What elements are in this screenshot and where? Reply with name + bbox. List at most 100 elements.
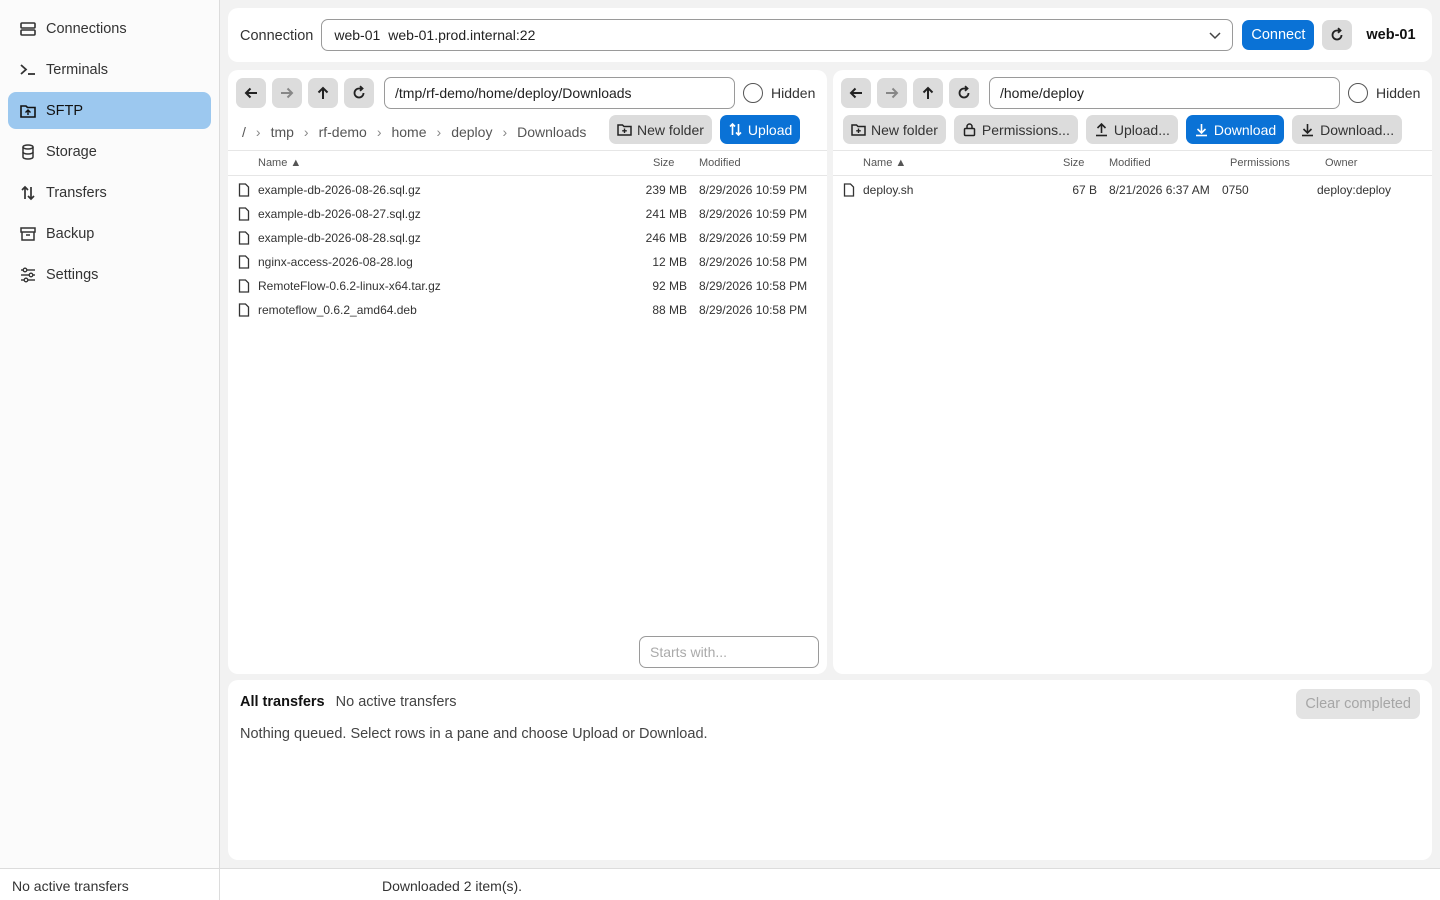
file-name: deploy.sh: [863, 183, 914, 197]
file-size: 12 MB: [652, 255, 687, 269]
permissions-button[interactable]: Permissions...: [953, 115, 1078, 144]
column-owner[interactable]: Owner: [1325, 157, 1357, 169]
breadcrumb-separator: ›: [255, 124, 261, 140]
refresh-button[interactable]: [344, 78, 374, 108]
filter-input[interactable]: Starts with...: [639, 636, 819, 668]
new-folder-button[interactable]: New folder: [843, 115, 946, 144]
table-row[interactable]: example-db-2026-08-27.sql.gz 241 MB 8/29…: [228, 202, 827, 226]
hidden-radio[interactable]: [1348, 83, 1368, 103]
arrow-up-icon: [317, 86, 329, 99]
status-transfers: No active transfers: [12, 878, 129, 894]
column-size[interactable]: Size: [653, 157, 674, 169]
local-file-list: example-db-2026-08-26.sql.gz 239 MB 8/29…: [228, 178, 827, 322]
connection-bar: Connection web-01 web-01.prod.internal:2…: [228, 8, 1432, 62]
breadcrumb-root[interactable]: /: [242, 124, 246, 140]
upload-label: Upload: [747, 121, 793, 138]
table-row[interactable]: example-db-2026-08-26.sql.gz 239 MB 8/29…: [228, 178, 827, 202]
transfers-empty-message: Nothing queued. Select rows in a pane an…: [240, 726, 708, 742]
connect-button[interactable]: Connect: [1242, 20, 1315, 50]
transfers-icon: [19, 184, 37, 202]
breadcrumb: / › tmp › rf-demo › home › deploy › Down…: [242, 118, 586, 146]
upload-to-label: Upload...: [1113, 121, 1170, 138]
file-icon: [238, 255, 250, 269]
download-to-label: Download...: [1320, 121, 1395, 138]
table-row[interactable]: remoteflow_0.6.2_amd64.deb 88 MB 8/29/20…: [228, 298, 827, 322]
local-path-input[interactable]: /tmp/rf-demo/home/deploy/Downloads: [384, 77, 735, 109]
file-size: 67 B: [1072, 183, 1097, 197]
table-row[interactable]: RemoteFlow-0.6.2-linux-x64.tar.gz 92 MB …: [228, 274, 827, 298]
new-folder-label: New folder: [637, 121, 704, 138]
local-pane: /tmp/rf-demo/home/deploy/Downloads Hidde…: [228, 70, 827, 674]
upload-button[interactable]: Upload: [719, 115, 801, 144]
back-button[interactable]: [236, 78, 266, 108]
up-directory-button[interactable]: [308, 78, 338, 108]
table-row[interactable]: deploy.sh 67 B 8/21/2026 6:37 AM 0750 de…: [833, 178, 1432, 202]
file-name: RemoteFlow-0.6.2-linux-x64.tar.gz: [258, 279, 441, 293]
backup-icon: [19, 225, 37, 243]
transfers-panel: All transfers No active transfers Clear …: [228, 680, 1432, 860]
breadcrumb-downloads[interactable]: Downloads: [517, 124, 586, 140]
download-to-button[interactable]: Download...: [1292, 115, 1403, 144]
forward-button[interactable]: [877, 78, 907, 108]
remote-pane-actions: New folder Permissions... Upload... Down…: [835, 115, 1403, 144]
sidebar-item-label: Terminals: [46, 61, 109, 78]
sidebar-item-transfers[interactable]: Transfers: [8, 174, 211, 211]
clear-completed-button[interactable]: Clear completed: [1296, 689, 1420, 719]
up-directory-button[interactable]: [913, 78, 943, 108]
download-button[interactable]: Download: [1185, 115, 1285, 144]
file-modified: 8/29/2026 10:59 PM: [699, 231, 808, 245]
column-name[interactable]: Name ▲: [863, 157, 906, 169]
hidden-radio[interactable]: [743, 83, 763, 103]
reconnect-button[interactable]: [1322, 20, 1353, 50]
sidebar-item-storage[interactable]: Storage: [8, 133, 211, 170]
connection-select[interactable]: web-01 web-01.prod.internal:22: [321, 19, 1234, 51]
status-message: Downloaded 2 item(s).: [382, 878, 523, 894]
sidebar-item-label: SFTP: [46, 102, 84, 119]
file-name: example-db-2026-08-27.sql.gz: [258, 207, 421, 221]
column-name[interactable]: Name ▲: [258, 157, 301, 169]
back-button[interactable]: [841, 78, 871, 108]
local-hidden-toggle[interactable]: Hidden: [743, 83, 815, 103]
sidebar: Connections Terminals SFTP Storage Trans…: [0, 0, 220, 868]
breadcrumb-rf-demo[interactable]: rf-demo: [319, 124, 367, 140]
table-row[interactable]: example-db-2026-08-28.sql.gz 246 MB 8/29…: [228, 226, 827, 250]
refresh-button[interactable]: [949, 78, 979, 108]
sidebar-item-connections[interactable]: Connections: [8, 10, 211, 47]
sidebar-item-terminals[interactable]: Terminals: [8, 51, 211, 88]
column-modified[interactable]: Modified: [699, 157, 741, 169]
refresh-icon: [353, 85, 365, 99]
file-size: 239 MB: [645, 183, 687, 197]
file-name: example-db-2026-08-28.sql.gz: [258, 231, 421, 245]
connection-label: Connection: [240, 28, 314, 44]
hidden-label: Hidden: [771, 85, 816, 101]
download-icon: [1302, 124, 1314, 137]
new-folder-button[interactable]: New folder: [609, 115, 712, 144]
breadcrumb-deploy[interactable]: deploy: [451, 124, 492, 140]
file-modified: 8/29/2026 10:59 PM: [699, 183, 808, 197]
arrow-right-icon: [886, 87, 899, 99]
remote-path-input[interactable]: /home/deploy: [989, 77, 1340, 109]
sidebar-item-backup[interactable]: Backup: [8, 215, 211, 252]
arrow-left-icon: [849, 87, 862, 99]
file-icon: [238, 183, 250, 197]
file-icon: [238, 279, 250, 293]
transfers-title[interactable]: All transfers: [240, 694, 325, 710]
sidebar-item-settings[interactable]: Settings: [8, 256, 211, 293]
arrow-up-icon: [922, 86, 934, 99]
refresh-icon: [1331, 27, 1343, 41]
file-size: 92 MB: [652, 279, 687, 293]
forward-button[interactable]: [272, 78, 302, 108]
remote-hidden-toggle[interactable]: Hidden: [1348, 83, 1420, 103]
column-size[interactable]: Size: [1063, 157, 1084, 169]
permissions-label: Permissions...: [981, 121, 1070, 138]
column-modified[interactable]: Modified: [1109, 157, 1151, 169]
breadcrumb-home[interactable]: home: [391, 124, 426, 140]
sidebar-item-sftp[interactable]: SFTP: [8, 92, 211, 129]
breadcrumb-tmp[interactable]: tmp: [271, 124, 294, 140]
upload-to-button[interactable]: Upload...: [1085, 115, 1178, 144]
file-modified: 8/29/2026 10:58 PM: [699, 255, 808, 269]
column-permissions[interactable]: Permissions: [1230, 157, 1290, 169]
transfers-header: All transfers No active transfers: [240, 694, 457, 710]
file-icon: [238, 207, 250, 221]
table-row[interactable]: nginx-access-2026-08-28.log 12 MB 8/29/2…: [228, 250, 827, 274]
